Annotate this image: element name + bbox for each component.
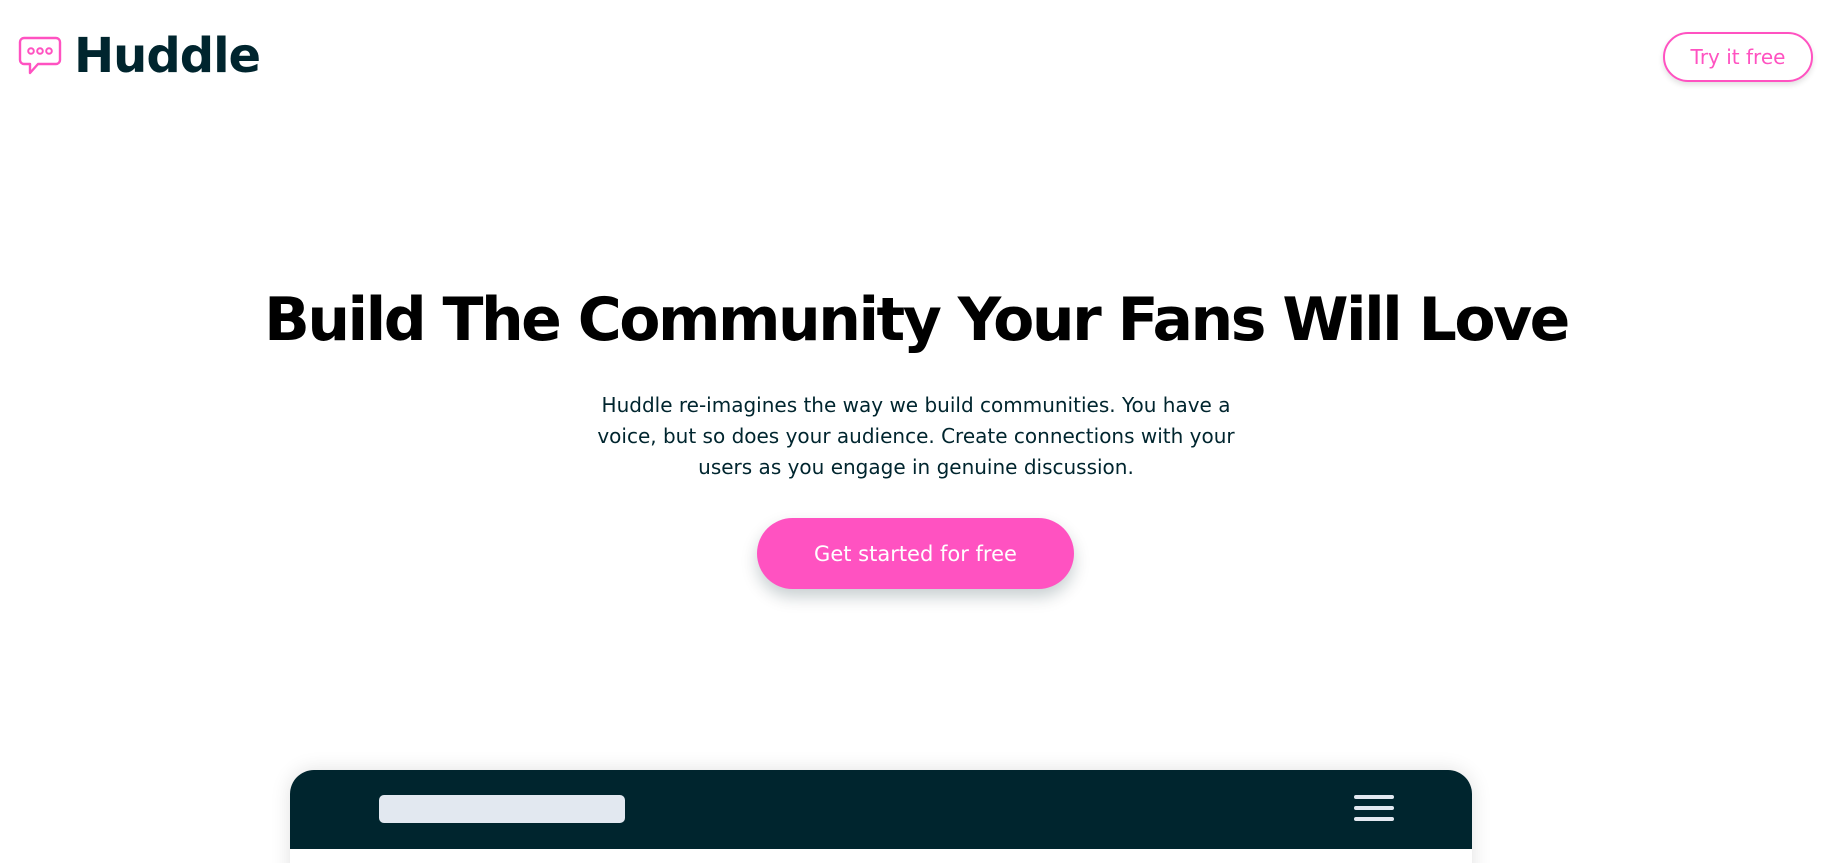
- hamburger-menu-icon: [1354, 795, 1394, 823]
- landing-page: Huddle Try it free Build The Community Y…: [0, 0, 1832, 863]
- chat-bubble-icon: [18, 36, 62, 75]
- mockup-search-bar: [379, 795, 625, 823]
- hero-description: Huddle re-imagines the way we build comm…: [597, 393, 1235, 479]
- logo[interactable]: Huddle: [18, 28, 261, 84]
- try-it-free-button[interactable]: Try it free: [1663, 32, 1813, 82]
- app-mockup-image: [290, 770, 1472, 863]
- logo-text: Huddle: [74, 28, 261, 84]
- hero-title: Build The Community Your Fans Will Love: [264, 285, 1570, 355]
- mockup-topbar: [290, 770, 1472, 849]
- get-started-button[interactable]: Get started for free: [757, 518, 1074, 589]
